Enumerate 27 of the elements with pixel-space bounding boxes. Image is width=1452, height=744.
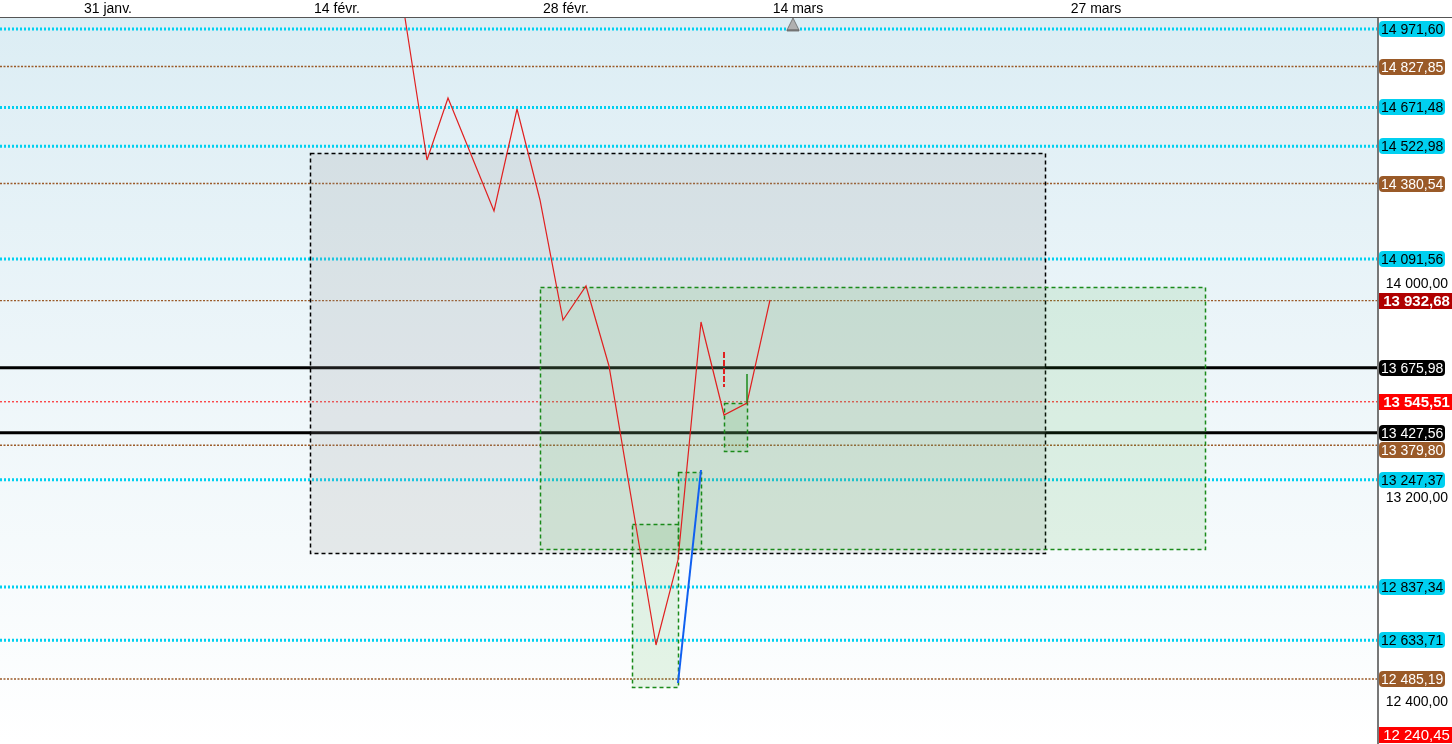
date-label: 14 févr. — [314, 0, 360, 17]
price-tick-label: 12 400,00 — [1385, 693, 1448, 710]
price-level-badge: 14 380,54 — [1379, 175, 1446, 192]
price-tick-label: 14 000,00 — [1385, 275, 1448, 291]
price-level-badge: 13 379,80 — [1379, 441, 1446, 458]
date-label: 31 janv. — [84, 0, 132, 17]
candle-wick — [746, 373, 748, 404]
price-level-badge: 12 485,19 — [1379, 671, 1446, 687]
price-level-badge: 12 633,71 — [1379, 632, 1446, 649]
price-level-badge: 14 671,48 — [1379, 99, 1446, 116]
event-marker-icon — [786, 18, 800, 32]
price-level-badge: 13 427,56 — [1379, 424, 1446, 441]
date-label: 27 mars — [1070, 0, 1122, 17]
price-level-badge: 13 932,68 — [1379, 292, 1452, 309]
date-label: 28 févr. — [543, 0, 589, 17]
price-level-badge: 14 522,98 — [1379, 138, 1446, 155]
price-level-badge: 12 240,45 — [1379, 727, 1452, 743]
price-level-badge: 14 827,85 — [1379, 58, 1446, 75]
candle-wick — [723, 351, 725, 388]
date-label: 14 mars — [772, 0, 824, 17]
price-level-badge: 13 247,37 — [1379, 471, 1446, 488]
price-level-badge: 14 091,56 — [1379, 251, 1446, 268]
price-level-badge: 13 545,51 — [1379, 393, 1452, 410]
price-level-badge: 14 971,60 — [1379, 21, 1446, 37]
price-level-badge: 12 837,34 — [1379, 578, 1446, 595]
price-tick-label: 13 200,00 — [1385, 488, 1448, 505]
price-level-badge: 13 675,98 — [1379, 359, 1446, 376]
